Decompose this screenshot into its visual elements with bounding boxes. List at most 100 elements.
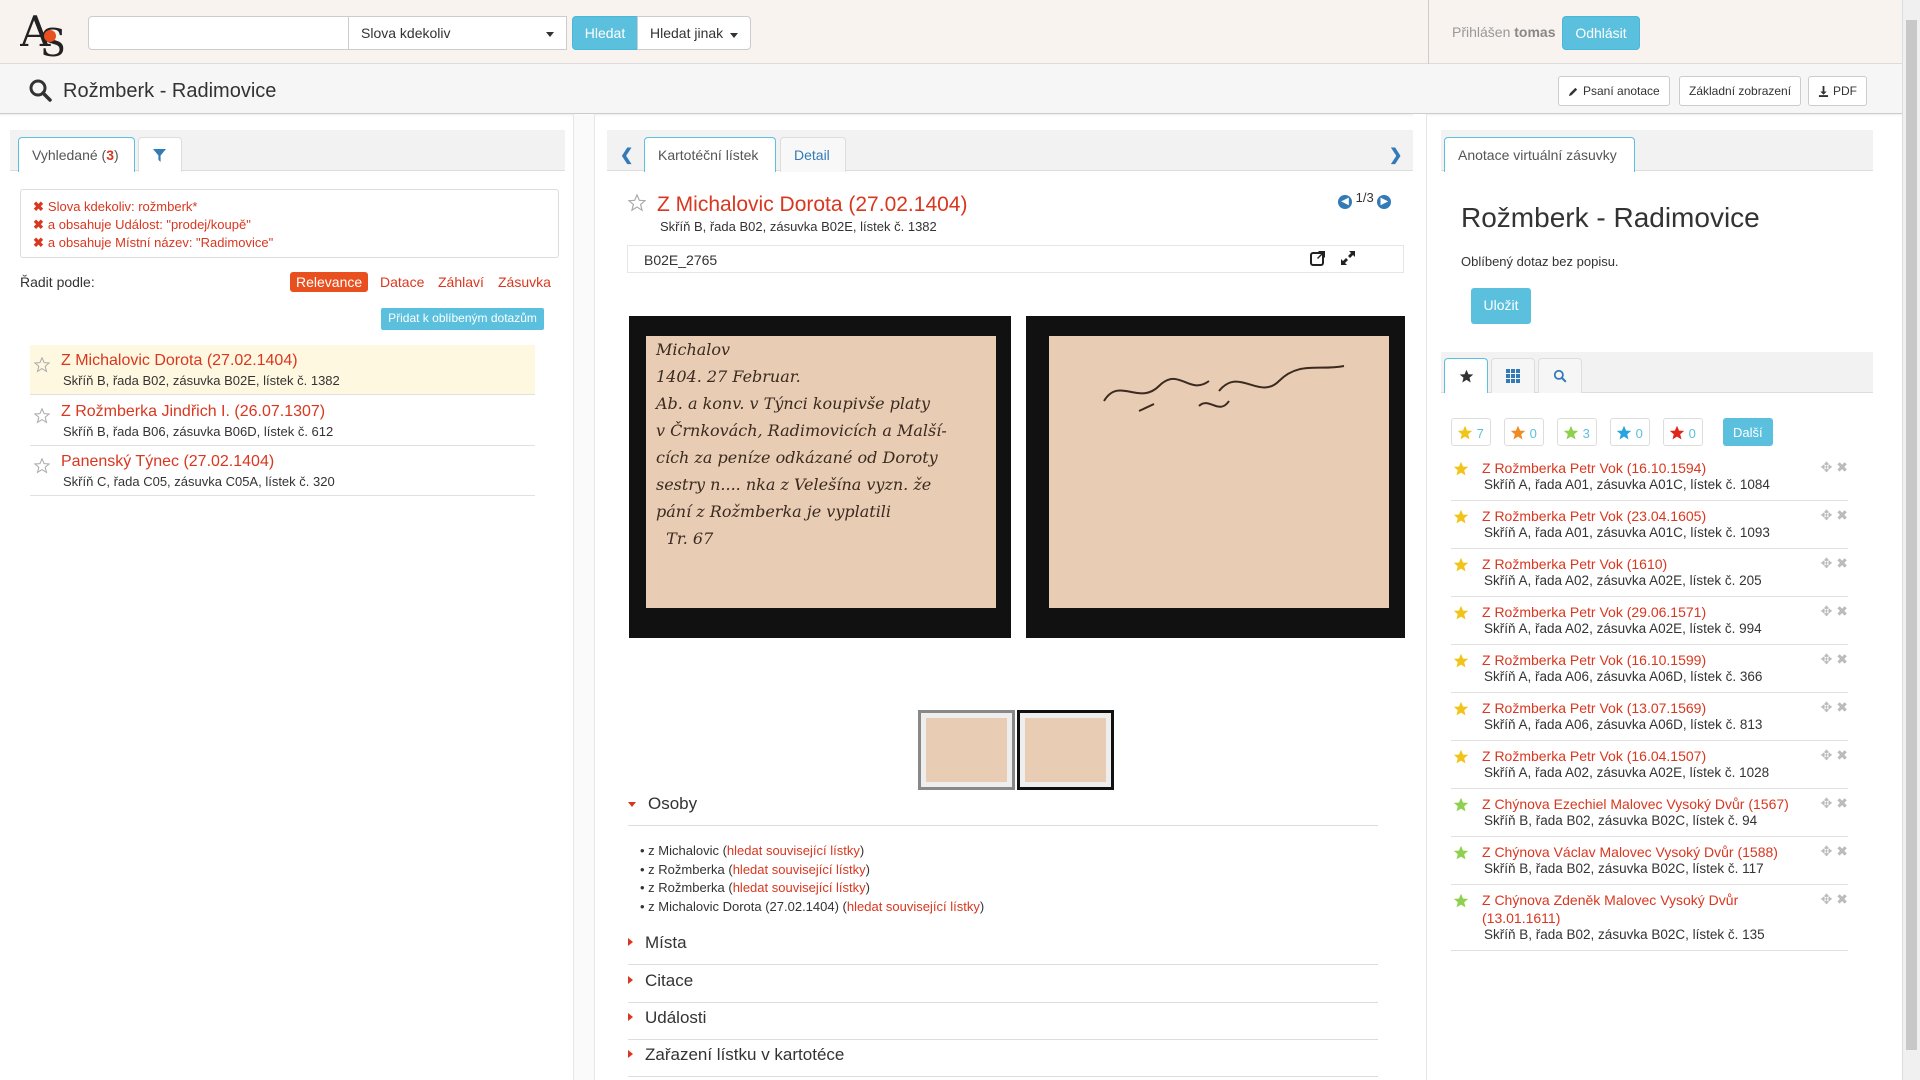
basic-view-button[interactable]: Základní zobrazení — [1679, 76, 1802, 106]
section-places[interactable]: Místa — [628, 933, 1378, 965]
pager-prev-icon[interactable]: ◀ — [1338, 195, 1352, 209]
favorite-card-item[interactable]: Z Chýnova Václav Malovec Vysoký Dvůr (15… — [1451, 837, 1848, 885]
related-cards-link[interactable]: hledat související lístky — [733, 880, 866, 895]
favorite-card-item[interactable]: Z Rožmberka Petr Vok (13.07.1569) Skříň A… — [1451, 693, 1848, 741]
star-rated-icon[interactable] — [1453, 845, 1469, 861]
related-cards-link[interactable]: hledat související lístky — [847, 899, 980, 914]
move-icon[interactable]: ✥ — [1821, 651, 1833, 667]
app-logo[interactable]: A S — [20, 6, 70, 58]
move-icon[interactable]: ✥ — [1821, 891, 1833, 907]
sort-drawer[interactable]: Zásuvka — [492, 272, 557, 292]
logout-button[interactable]: Odhlásit — [1562, 16, 1640, 50]
favorite-card-item[interactable]: Z Rožmberka Petr Vok (16.04.1507) Skříň A… — [1451, 741, 1848, 789]
card-thumbnail[interactable] — [918, 710, 1015, 790]
page-scrollbar[interactable] — [1902, 0, 1920, 1080]
remove-icon[interactable]: ✖ — [1836, 699, 1848, 715]
remove-icon[interactable]: ✖ — [1836, 507, 1848, 523]
favorite-card-title[interactable]: Z Rožmberka Petr Vok (16.04.1507) — [1482, 747, 1802, 765]
add-to-favorites-button[interactable]: Přidat k oblíbeným dotazům — [381, 308, 544, 330]
tab-grid[interactable] — [1491, 358, 1535, 393]
result-title[interactable]: Z Rožmberka Jindřich I. (26.07.1307) — [61, 403, 325, 421]
remove-icon[interactable]: ✖ — [33, 199, 44, 214]
tab-filter[interactable] — [138, 137, 182, 172]
search-other-dropdown[interactable]: Hledat jinak — [637, 16, 751, 50]
favorite-card-item[interactable]: Z Chýnova Ezechiel Malovec Vysoký Dvůr (… — [1451, 789, 1848, 837]
star-rated-icon[interactable] — [1453, 653, 1469, 669]
star-rated-icon[interactable] — [1453, 797, 1469, 813]
search-input[interactable] — [88, 16, 349, 50]
move-icon[interactable]: ✥ — [1821, 843, 1833, 859]
star-rated-icon[interactable] — [1453, 701, 1469, 717]
favorite-card-item[interactable]: Z Rožmberka Petr Vok (16.10.1594) Skříň A… — [1451, 453, 1848, 501]
result-item[interactable]: Z Rožmberka Jindřich I. (26.07.1307) Skř… — [30, 396, 535, 446]
star-rated-icon[interactable] — [1453, 893, 1469, 909]
pager-next-icon[interactable]: ▶ — [1377, 195, 1392, 209]
remove-icon[interactable]: ✖ — [1836, 459, 1848, 475]
more-button[interactable]: Další — [1723, 418, 1773, 446]
favorite-card-title[interactable]: Z Rožmberka Petr Vok (16.10.1599) — [1482, 651, 1802, 669]
favorite-card-title[interactable]: Z Rožmberka Petr Vok (1610) — [1482, 555, 1802, 573]
tab-drawer-annotation[interactable]: Anotace virtuální zásuvky — [1444, 137, 1635, 172]
move-icon[interactable]: ✥ — [1821, 507, 1833, 523]
pdf-button[interactable]: PDF — [1808, 76, 1867, 106]
move-icon[interactable]: ✥ — [1821, 459, 1833, 475]
remove-icon[interactable]: ✖ — [1836, 891, 1848, 907]
section-persons[interactable]: Osoby — [628, 794, 1378, 826]
result-title[interactable]: Panenský Týnec (27.02.1404) — [61, 453, 274, 471]
card-back-image[interactable] — [1026, 316, 1405, 638]
move-icon[interactable]: ✥ — [1821, 555, 1833, 571]
remove-icon[interactable]: ✖ — [1836, 651, 1848, 667]
prev-arrow-icon[interactable]: ❮ — [620, 145, 633, 165]
remove-icon[interactable]: ✖ — [1836, 795, 1848, 811]
favorite-card-title[interactable]: Z Rožmberka Petr Vok (16.10.1594) — [1482, 459, 1802, 477]
remove-icon[interactable]: ✖ — [1836, 843, 1848, 859]
next-arrow-icon[interactable]: ❯ — [1389, 145, 1402, 165]
tab-rated[interactable] — [1444, 358, 1488, 393]
favorite-card-title[interactable]: Z Chýnova Václav Malovec Vysoký Dvůr (15… — [1482, 843, 1802, 861]
favorite-card-item[interactable]: Z Rožmberka Petr Vok (23.04.1605) Skříň A… — [1451, 501, 1848, 549]
favorite-card-item[interactable]: Z Rožmberka Petr Vok (16.10.1599) Skříň A… — [1451, 645, 1848, 693]
tab-card[interactable]: Kartotéční lístek — [644, 137, 776, 172]
filter-item[interactable]: ✖ Slova kdekoliv: rožmberk* — [33, 198, 546, 216]
remove-icon[interactable]: ✖ — [33, 217, 44, 232]
tab-found[interactable]: Vyhledané (3) — [18, 137, 135, 172]
card-thumbnail[interactable] — [1017, 710, 1114, 790]
favorite-card-title[interactable]: Z Chýnova Zdeněk Malovec Vysoký Dvůr (13… — [1482, 891, 1802, 927]
save-button[interactable]: Uložit — [1471, 288, 1531, 324]
move-icon[interactable]: ✥ — [1821, 747, 1833, 763]
tab-detail[interactable]: Detail — [780, 137, 846, 172]
remove-icon[interactable]: ✖ — [1836, 603, 1848, 619]
star-outline-icon[interactable] — [34, 408, 50, 424]
sort-header[interactable]: Záhlaví — [432, 272, 490, 292]
annotate-button[interactable]: Psaní anotace — [1558, 76, 1670, 106]
rating-filter-yellow[interactable]: 7 — [1451, 418, 1491, 446]
star-rated-icon[interactable] — [1453, 605, 1469, 621]
favorite-card-item[interactable]: Z Chýnova Zdeněk Malovec Vysoký Dvůr (13… — [1451, 885, 1848, 951]
card-front-image[interactable]: Michalov 1404. 27 Februar. Ab. a konv. v… — [629, 316, 1011, 638]
move-icon[interactable]: ✥ — [1821, 795, 1833, 811]
related-cards-link[interactable]: hledat související lístky — [727, 843, 860, 858]
remove-icon[interactable]: ✖ — [33, 235, 44, 250]
star-outline-icon[interactable] — [34, 357, 50, 373]
scroll-thumb[interactable] — [1906, 20, 1917, 1050]
result-item[interactable]: Z Michalovic Dorota (27.02.1404) Skříň B… — [30, 345, 535, 395]
tab-search[interactable] — [1538, 358, 1582, 393]
star-outline-icon[interactable] — [34, 458, 50, 474]
remove-icon[interactable]: ✖ — [1836, 747, 1848, 763]
star-rated-icon[interactable] — [1453, 509, 1469, 525]
rating-filter-blue[interactable]: 0 — [1610, 418, 1650, 446]
remove-icon[interactable]: ✖ — [1836, 555, 1848, 571]
search-button[interactable]: Hledat — [572, 16, 638, 50]
favorite-card-title[interactable]: Z Rožmberka Petr Vok (13.07.1569) — [1482, 699, 1802, 717]
search-scope-select[interactable]: Slova kdekoliv — [348, 16, 567, 50]
filter-item[interactable]: ✖ a obsahuje Místní název: "Radimovice" — [33, 234, 546, 252]
sort-date[interactable]: Datace — [374, 272, 430, 292]
favorite-card-item[interactable]: Z Rožmberka Petr Vok (29.06.1571) Skříň A… — [1451, 597, 1848, 645]
favorite-card-title[interactable]: Z Rožmberka Petr Vok (29.06.1571) — [1482, 603, 1802, 621]
section-events[interactable]: Události — [628, 1008, 1378, 1040]
filter-item[interactable]: ✖ a obsahuje Událost: "prodej/koupě" — [33, 216, 546, 234]
expand-icon[interactable] — [1340, 250, 1356, 266]
favorite-card-title[interactable]: Z Rožmberka Petr Vok (23.04.1605) — [1482, 507, 1802, 525]
move-icon[interactable]: ✥ — [1821, 699, 1833, 715]
column-separator-left[interactable] — [573, 114, 595, 1080]
